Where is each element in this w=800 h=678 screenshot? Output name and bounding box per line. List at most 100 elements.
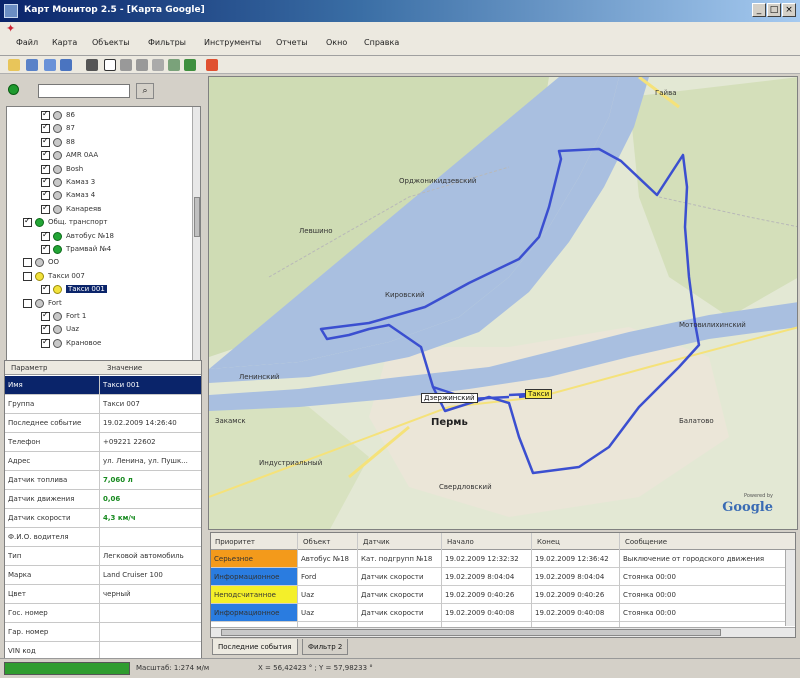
tree-checkbox[interactable] <box>41 310 50 321</box>
tree-checkbox[interactable] <box>41 337 50 348</box>
menu-help[interactable]: Справка <box>364 38 399 47</box>
property-row[interactable]: Адрес ул. Ленина, ул. Пушк... <box>5 452 201 471</box>
event-row[interactable]: Информационное Ford Датчик скорости 19.02.2… <box>211 568 795 586</box>
tree-item[interactable]: AMR 0AA <box>7 149 187 162</box>
property-row[interactable]: Гар. номер <box>5 623 201 642</box>
tree-item[interactable]: Крановое <box>7 337 187 350</box>
maximize-button[interactable]: □ <box>767 3 781 17</box>
tree-item-label: Автобус №18 <box>66 231 114 240</box>
system-menu-icon[interactable]: ✦ <box>6 22 15 35</box>
pointer-icon[interactable] <box>86 59 98 71</box>
tree-checkbox[interactable] <box>23 271 32 281</box>
menu-objects[interactable]: Объекты <box>92 38 130 47</box>
menu-tools[interactable]: Инструменты <box>204 38 261 47</box>
tree-checkbox[interactable] <box>41 122 50 134</box>
tree-checkbox[interactable] <box>41 203 50 214</box>
object-search-input[interactable] <box>38 84 130 98</box>
event-row[interactable]: Неподсчитанное Uaz Датчик скорости 19.02.20… <box>211 586 795 604</box>
map-label-district: Индустриальный <box>259 459 323 467</box>
pan-icon[interactable] <box>152 59 164 71</box>
menu-file[interactable]: Файл <box>16 38 38 47</box>
layers-icon[interactable] <box>184 59 196 71</box>
tree-item[interactable]: Камаз 4 <box>7 189 187 202</box>
events-vertical-scrollbar[interactable] <box>785 550 795 626</box>
param-column-header[interactable]: Параметр <box>11 364 47 372</box>
end-column-header[interactable]: Конец <box>537 538 560 546</box>
value-column-header[interactable]: Значение <box>107 364 142 372</box>
property-row[interactable]: Марка Land Cruiser 100 <box>5 566 201 585</box>
tree-checkbox[interactable] <box>41 176 50 187</box>
tree-checkbox[interactable] <box>41 323 50 335</box>
save-icon[interactable] <box>26 59 38 71</box>
menu-filters[interactable]: Фильтры <box>148 38 186 47</box>
tree-checkbox[interactable] <box>41 243 50 254</box>
minimize-button[interactable]: _ <box>752 3 766 17</box>
map-marker-tag[interactable]: Дзержинский <box>421 393 478 403</box>
open-icon[interactable] <box>8 59 20 71</box>
tree-checkbox[interactable] <box>23 298 32 308</box>
property-key: Датчик движения <box>8 495 75 503</box>
back-icon[interactable] <box>60 59 72 71</box>
tree-item[interactable]: Такси 007 <box>7 270 187 283</box>
tab-recent-events[interactable]: Последние события <box>212 639 298 655</box>
event-row[interactable]: Серьезное Автобус №18 Кат. подгрупп №18 19.… <box>211 550 795 568</box>
menu-map[interactable]: Карта <box>52 38 77 47</box>
tree-checkbox[interactable] <box>41 136 50 147</box>
tree-checkbox[interactable] <box>41 189 50 201</box>
tree-item[interactable]: Автобус №18 <box>7 230 187 243</box>
property-row[interactable]: Имя Такси 001 <box>5 376 201 395</box>
property-row[interactable]: Группа Такси 007 <box>5 395 201 414</box>
map-view[interactable]: Кировский Гайва Мотовилихинский Ленински… <box>208 76 798 530</box>
tree-checkbox[interactable] <box>23 258 32 268</box>
zoom-out-icon[interactable] <box>136 59 148 71</box>
tree-checkbox[interactable] <box>41 149 50 161</box>
tree-item[interactable]: 87 <box>7 122 187 135</box>
tree-item[interactable]: ОО <box>7 256 187 269</box>
search-button[interactable]: ⌕ <box>136 83 154 99</box>
menu-window[interactable]: Окно <box>326 38 347 47</box>
tree-item[interactable]: Общ. транспорт <box>7 216 187 229</box>
select-icon[interactable] <box>104 59 116 71</box>
tree-item[interactable]: Такси 001 <box>7 283 187 296</box>
tree-checkbox[interactable] <box>23 216 32 228</box>
tree-item[interactable]: Камаз 3 <box>7 176 187 189</box>
tree-checkbox[interactable] <box>41 109 50 120</box>
close-button[interactable]: × <box>782 3 796 17</box>
refresh-icon[interactable] <box>168 59 180 71</box>
events-horizontal-scrollbar[interactable] <box>211 627 795 637</box>
zoom-in-icon[interactable] <box>120 59 132 71</box>
tree-item[interactable]: Fort 1 <box>7 310 187 323</box>
object-column-header[interactable]: Объект <box>303 538 330 546</box>
property-row[interactable]: Гос. номер <box>5 604 201 623</box>
menu-reports[interactable]: Отчеты <box>276 38 308 47</box>
priority-column-header[interactable]: Приоритет <box>215 538 255 546</box>
tree-checkbox[interactable] <box>41 230 50 241</box>
property-row[interactable]: Цвет черный <box>5 585 201 604</box>
start-column-header[interactable]: Начало <box>447 538 474 546</box>
vehicle-marker-tag[interactable]: Такси <box>525 389 553 399</box>
tree-item[interactable]: Трамвай №4 <box>7 243 187 256</box>
stop-icon[interactable] <box>206 59 218 71</box>
tree-item[interactable]: 86 <box>7 109 187 122</box>
property-row[interactable]: Датчик скорости 4,3 км/ч <box>5 509 201 528</box>
tree-item[interactable]: Канареяв <box>7 203 187 216</box>
print-icon[interactable] <box>44 59 56 71</box>
property-row[interactable]: Ф.И.О. водителя <box>5 528 201 547</box>
tree-scrollbar[interactable] <box>192 107 200 367</box>
property-row[interactable]: Последнее событие 19.02.2009 14:26:40 <box>5 414 201 433</box>
tree-checkbox[interactable] <box>41 283 50 295</box>
property-row[interactable]: Тип Легковой автомобиль <box>5 547 201 566</box>
map-label-district: Кировский <box>385 291 425 299</box>
property-row[interactable]: Телефон +09221 22602 <box>5 433 201 452</box>
property-row[interactable]: Датчик топлива 7,060 л <box>5 471 201 490</box>
tree-checkbox[interactable] <box>41 163 50 174</box>
message-column-header[interactable]: Сообщение <box>625 538 667 546</box>
tree-item[interactable]: Bosh <box>7 163 187 176</box>
event-row[interactable]: Информационное Uaz Датчик скорости 19.02.20… <box>211 604 795 622</box>
tree-item[interactable]: Fort <box>7 297 187 310</box>
sensor-column-header[interactable]: Датчик <box>363 538 390 546</box>
property-row[interactable]: Датчик движения 0,06 <box>5 490 201 509</box>
tree-item[interactable]: 88 <box>7 136 187 149</box>
tree-item[interactable]: Uaz <box>7 323 187 336</box>
tab-filter-2[interactable]: Фильтр 2 <box>302 639 349 655</box>
